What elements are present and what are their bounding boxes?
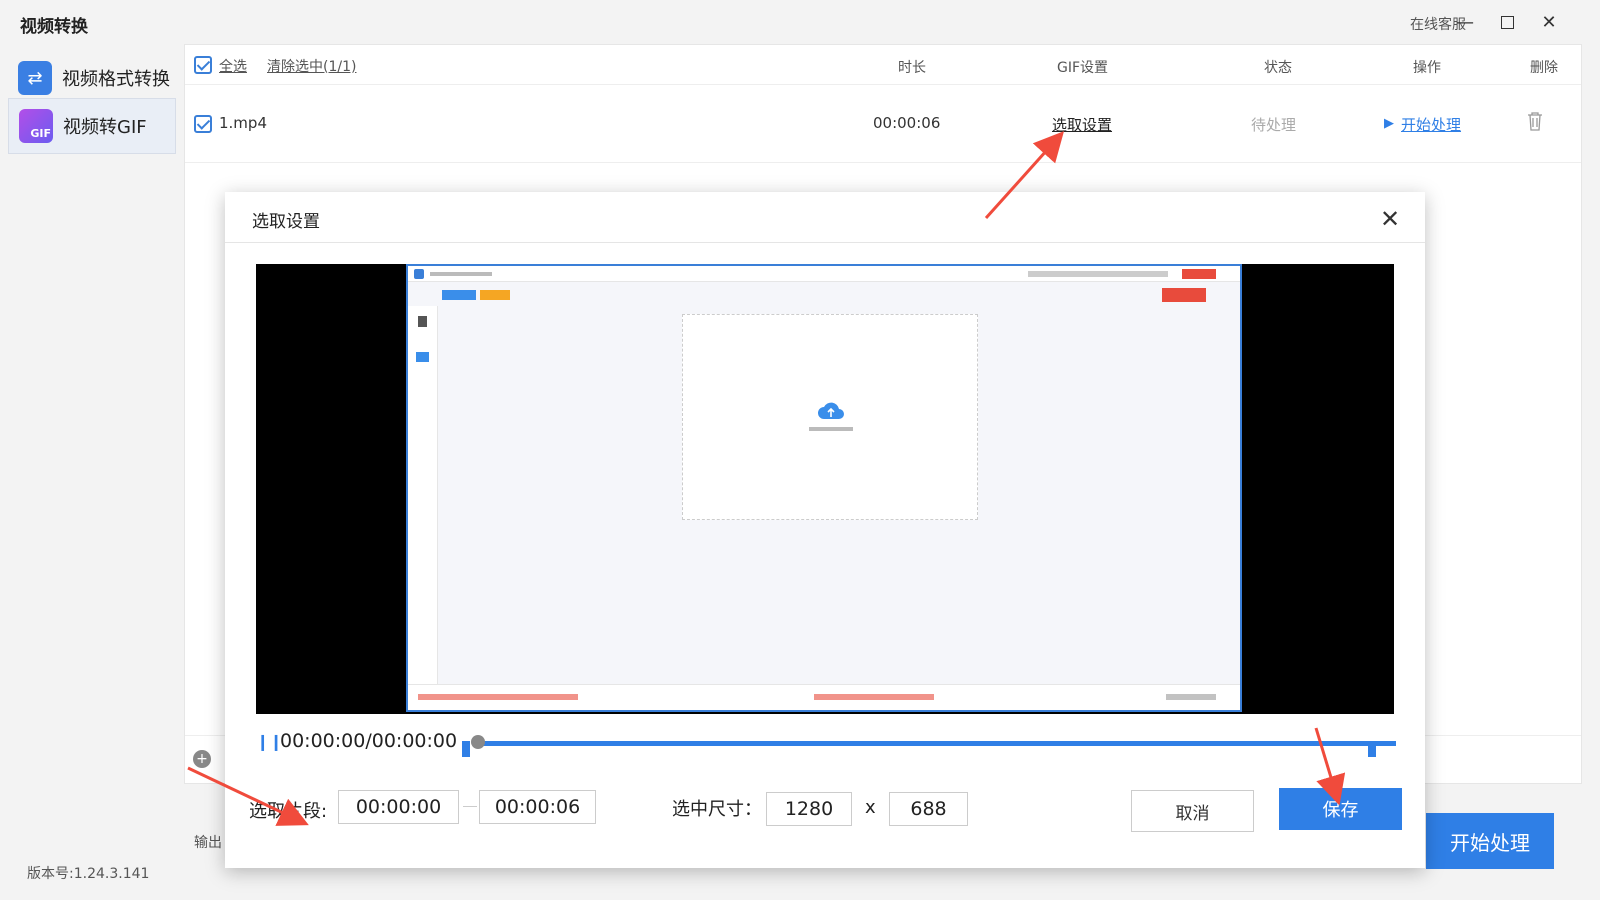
status-badge: 待处理 xyxy=(1251,116,1297,134)
add-icon[interactable]: + xyxy=(193,750,211,768)
clear-selected-link[interactable]: 清除选中(1/1) xyxy=(267,56,356,76)
sidebar-item-label: 视频转GIF xyxy=(63,117,147,138)
player-controls: ❙❙ 00:00:00/00:00:00 xyxy=(256,727,1396,767)
sidebar: ⇄ 视频格式转换 GIF 视频转GIF xyxy=(0,44,180,900)
row-checkbox[interactable] xyxy=(194,115,212,133)
preview-footer-version xyxy=(1166,694,1216,700)
preview-add-file-button xyxy=(442,290,476,300)
dialog-header: 选取设置 ✕ xyxy=(225,192,1425,243)
clip-range-track[interactable] xyxy=(478,741,1396,746)
preview-footer xyxy=(408,684,1240,710)
range-end-handle[interactable] xyxy=(1368,741,1376,757)
file-name: 1.mp4 xyxy=(219,114,267,132)
maximize-icon[interactable] xyxy=(1492,8,1522,36)
preview-app-title-placeholder xyxy=(430,272,492,276)
output-label: 输出 xyxy=(194,835,222,851)
height-input[interactable]: 688 xyxy=(889,792,968,826)
file-duration: 00:00:06 xyxy=(873,114,941,132)
minimize-icon[interactable]: — xyxy=(1450,8,1480,36)
trash-icon[interactable] xyxy=(1527,111,1543,131)
pause-icon[interactable]: ❙❙ xyxy=(256,732,283,751)
title-bar: 视频转换 在线客服 — ✕ xyxy=(0,0,1600,44)
start-process-link[interactable]: 开始处理 xyxy=(1401,114,1461,135)
save-button[interactable]: 保存 xyxy=(1279,788,1402,830)
segment-end-input[interactable]: 00:00:06 xyxy=(479,790,596,824)
version-text: 版本号:1.24.3.141 xyxy=(27,866,150,882)
preview-sidebar xyxy=(408,306,438,684)
segment-separator xyxy=(463,806,477,807)
segment-label: 选取片段: xyxy=(249,801,328,822)
close-icon[interactable]: ✕ xyxy=(1534,8,1564,36)
column-delete: 删除 xyxy=(1530,60,1558,76)
preview-drop-text-placeholder xyxy=(809,427,853,431)
preview-drop-zone xyxy=(682,314,978,520)
dialog-close-icon[interactable]: ✕ xyxy=(1380,205,1400,233)
cancel-button[interactable]: 取消 xyxy=(1131,790,1254,832)
width-input[interactable]: 1280 xyxy=(766,792,852,826)
preview-footer-links-mid xyxy=(814,694,934,700)
playhead-knob[interactable] xyxy=(471,735,485,749)
table-header: 全选 清除选中(1/1) 时长 GIF设置 状态 操作 删除 xyxy=(185,45,1581,85)
gif-settings-link[interactable]: 选取设置 xyxy=(1052,114,1112,135)
range-start-handle[interactable] xyxy=(462,741,470,757)
preview-toolbar-placeholder xyxy=(1028,271,1168,277)
select-all-checkbox[interactable] xyxy=(194,56,212,74)
preview-app-icon xyxy=(414,269,424,279)
size-label: 选中尺寸： xyxy=(672,799,762,820)
preview-start-button xyxy=(1162,288,1206,302)
start-process-button[interactable]: 开始处理 xyxy=(1426,813,1554,869)
video-preview xyxy=(256,264,1394,714)
gif-icon: GIF xyxy=(19,109,53,143)
sidebar-item-label: 视频格式转换 xyxy=(62,69,170,90)
preview-record-badge xyxy=(1182,269,1216,279)
select-all-label[interactable]: 全选 xyxy=(219,56,247,76)
preview-file-icon xyxy=(418,316,427,327)
table-row: 1.mp4 00:00:06 选取设置 待处理 ▶ 开始处理 xyxy=(185,85,1581,163)
dialog-title: 选取设置 xyxy=(252,212,320,232)
app-title: 视频转换 xyxy=(20,17,88,37)
preview-titlebar xyxy=(408,266,1240,282)
column-gif-settings: GIF设置 xyxy=(1057,60,1109,76)
preview-clear-button xyxy=(480,290,510,300)
column-action: 操作 xyxy=(1413,60,1441,76)
preview-cloud-upload-icon xyxy=(818,402,844,419)
select-settings-dialog: 选取设置 ✕ ❙❙ 00:00:00/00:00:00 选取片段: 00:00:… xyxy=(225,192,1425,868)
size-separator: x xyxy=(865,797,876,818)
play-icon[interactable]: ▶ xyxy=(1384,116,1394,131)
sidebar-item-video-to-gif[interactable]: GIF 视频转GIF xyxy=(8,98,176,154)
column-duration: 时长 xyxy=(898,60,926,76)
gif-badge: GIF xyxy=(30,127,51,140)
preview-footer-links-left xyxy=(418,694,578,700)
playback-time: 00:00:00/00:00:00 xyxy=(280,730,458,752)
selection-frame[interactable] xyxy=(406,264,1242,712)
swap-arrows-icon: ⇄ xyxy=(18,61,52,95)
preview-folder-icon xyxy=(416,352,429,362)
column-status: 状态 xyxy=(1264,60,1292,76)
segment-start-input[interactable]: 00:00:00 xyxy=(338,790,459,824)
